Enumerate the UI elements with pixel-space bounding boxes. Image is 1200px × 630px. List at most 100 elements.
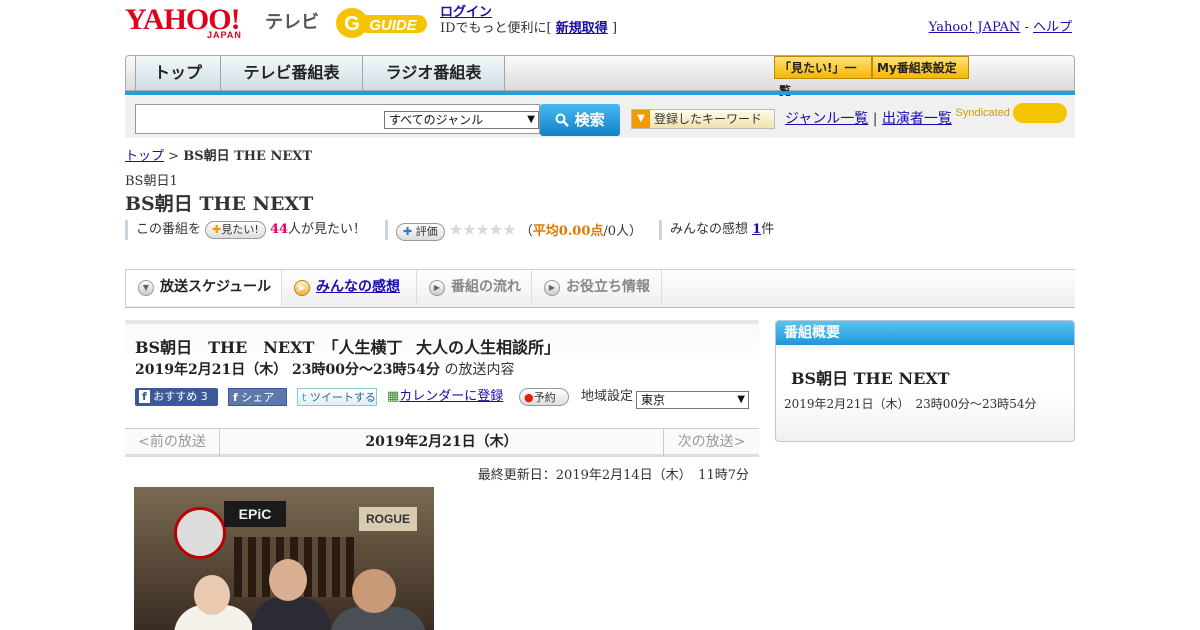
- photo-bar-sign: [174, 507, 226, 559]
- facebook-recommend-button[interactable]: f おすすめ 3: [135, 388, 218, 406]
- photo-person-head: [269, 559, 307, 601]
- tweet-label: ツイートする: [309, 391, 376, 404]
- reserve-button[interactable]: ●予約: [519, 388, 569, 406]
- mitai-count: 44: [269, 222, 289, 237]
- registered-keywords-label: 登録したキーワード: [654, 112, 763, 126]
- rating-open: （: [519, 224, 533, 239]
- broadcast-datetime: 2019年2月21日（木） 23時00分～23時54分: [135, 362, 440, 378]
- top-links: Yahoo! JAPAN - ヘルプ: [929, 16, 1072, 35]
- facebook-recommend-label: おすすめ 3: [153, 390, 208, 403]
- tab-program-flow: ▶ 番組の流れ: [417, 270, 532, 306]
- mitai-button-label: 見たい!: [221, 222, 259, 236]
- tab-label: 放送スケジュール: [160, 279, 272, 295]
- broadcast-datetime-suffix: の放送内容: [444, 362, 515, 378]
- login-hint: IDでもっと便利に[: [440, 21, 552, 36]
- tab-label: 番組の流れ: [451, 279, 521, 295]
- search-link-separator: |: [872, 111, 878, 127]
- photo-person-head: [194, 575, 230, 615]
- play-arrow-icon: ▶: [294, 280, 310, 296]
- gguide-mini-logo-icon: [1013, 103, 1067, 123]
- last-updated: 最終更新日：2019年2月14日（木） 11時7分: [477, 468, 749, 483]
- register-link[interactable]: 新規取得: [556, 21, 608, 36]
- tv-service-label[interactable]: テレビ: [265, 8, 319, 34]
- region-label: 地域設定: [581, 389, 634, 404]
- cast-list-link[interactable]: 出演者一覧: [882, 111, 952, 127]
- facebook-share-button[interactable]: f シェア: [228, 388, 287, 406]
- program-summary-heading: 番組概要: [776, 321, 1074, 345]
- yahoo-japan-logo-subtext: JAPAN: [207, 30, 242, 40]
- genre-list-link[interactable]: ジャンル一覧: [785, 111, 868, 127]
- photo-sign-rogue: ROGUE: [359, 507, 417, 531]
- mitai-suffix: 人が見たい！: [288, 222, 367, 237]
- triangle-down-icon: ▼: [632, 110, 650, 128]
- rate-button-label: 評価: [415, 224, 438, 238]
- search-button-label: 検索: [574, 111, 605, 129]
- nav-tab-top[interactable]: トップ: [135, 56, 221, 90]
- episode-title: BS朝日 THE NEXT 「人生横丁 大人の人生相談所」: [135, 338, 561, 357]
- play-arrow-icon: ▶: [429, 280, 445, 296]
- main-nav: トップ テレビ番組表 ラジオ番組表 「見たい!」一覧 My番組表設定: [125, 55, 1075, 98]
- login-box: ログイン IDでもっと便利に[ 新規取得 ]: [440, 5, 617, 37]
- breadcrumb-home[interactable]: トップ: [125, 149, 164, 164]
- meta-divider: [385, 220, 388, 240]
- gguide-logo-text: GUIDE: [369, 17, 418, 34]
- search-links: ジャンル一覧 | 出演者一覧: [785, 108, 952, 128]
- my-schedule-settings-button[interactable]: My番組表設定: [872, 56, 969, 79]
- program-summary-title: BS朝日 THE NEXT: [791, 369, 950, 388]
- search-bar: すべてのジャンル ▼ 検索 ▼ 登録したキーワード ジャンル一覧 | 出演者一覧…: [125, 96, 1075, 138]
- mitai-button[interactable]: ✚見たい!: [205, 220, 266, 239]
- nav-accent-bar: [125, 91, 1075, 95]
- breadcrumb: トップ > BS朝日 THE NEXT: [125, 145, 312, 164]
- play-arrow-icon: ▶: [544, 280, 560, 296]
- current-broadcast-date: 2019年2月21日（木）: [365, 434, 518, 450]
- next-broadcast-link[interactable]: 次の放送>: [663, 429, 759, 456]
- previous-broadcast-link[interactable]: <前の放送: [125, 429, 220, 456]
- record-dot-icon: ●: [524, 391, 534, 404]
- rating-stars-icon[interactable]: ★★★★★: [449, 220, 517, 239]
- rating-average: 平均0.00点: [532, 224, 604, 239]
- facebook-icon: f: [139, 390, 150, 403]
- tab-label: みんなの感想: [316, 279, 400, 295]
- calendar-icon: ▦: [387, 389, 400, 404]
- genre-select[interactable]: すべてのジャンル ▼: [384, 111, 539, 129]
- broadcast-datetime-line: 2019年2月21日（木） 23時00分～23時54分 の放送内容: [135, 359, 514, 379]
- syndicated-gguide-badge: Syndicated: [956, 103, 1067, 123]
- registered-keywords-button[interactable]: ▼ 登録したキーワード: [631, 109, 775, 129]
- tab-everyone-impressions[interactable]: ▶ みんなの感想: [282, 270, 417, 306]
- mitai-list-button[interactable]: 「見たい!」一覧: [774, 56, 872, 98]
- broadcast-date-nav: <前の放送 2019年2月21日（木） 次の放送>: [125, 428, 759, 457]
- impressions-block: みんなの感想 1件: [670, 220, 774, 240]
- tab-label: お役立ち情報: [566, 279, 650, 295]
- nav-tab-tv-schedule[interactable]: テレビ番組表: [221, 56, 363, 90]
- breadcrumb-current: BS朝日 THE NEXT: [183, 149, 313, 164]
- facebook-share-label: シェア: [241, 391, 275, 404]
- photo-sign-epic: EPiC: [224, 501, 286, 527]
- impressions-label: みんなの感想: [670, 222, 749, 237]
- top-link-separator: -: [1024, 20, 1029, 35]
- rate-button[interactable]: ✚ 評価: [396, 222, 445, 241]
- search-button[interactable]: 検索: [540, 104, 620, 136]
- program-photo: EPiC ROGUE: [134, 487, 434, 630]
- help-link[interactable]: ヘルプ: [1033, 20, 1072, 35]
- photo-person-body: [252, 597, 330, 630]
- yahoo-japan-link[interactable]: Yahoo! JAPAN: [929, 20, 1021, 35]
- tweet-button[interactable]: t ツイートする: [297, 388, 377, 406]
- impressions-count-link[interactable]: 1: [752, 222, 761, 237]
- genre-select-value: すべてのジャンル: [389, 113, 484, 127]
- calendar-register-link[interactable]: ▦カレンダーに登録: [387, 388, 503, 406]
- photo-person-head: [352, 569, 396, 613]
- region-select-value: 東京: [641, 393, 666, 407]
- channel-name: BS朝日1: [125, 174, 178, 189]
- nav-tab-radio-schedule[interactable]: ラジオ番組表: [363, 56, 505, 90]
- tab-broadcast-schedule[interactable]: ▼ 放送スケジュール: [125, 270, 282, 306]
- chevron-down-icon: ▼: [138, 280, 154, 296]
- tab-useful-info: ▶ お役立ち情報: [532, 270, 662, 306]
- program-summary-box: 番組概要 BS朝日 THE NEXT 2019年2月21日（木） 23時00分～…: [775, 320, 1075, 442]
- login-link[interactable]: ログイン: [440, 5, 492, 20]
- header: YAHOO! JAPAN テレビ G GUIDE ログイン IDでもっと便利に[…: [125, 0, 1075, 52]
- region-select[interactable]: 東京 ▼: [636, 391, 749, 409]
- meta-divider: [125, 220, 128, 240]
- mitai-prefix: この番組を: [136, 222, 202, 237]
- twitter-bird-icon: t: [302, 391, 307, 404]
- broadcast-header: BS朝日 THE NEXT 「人生横丁 大人の人生相談所」 2019年2月21日…: [125, 320, 759, 424]
